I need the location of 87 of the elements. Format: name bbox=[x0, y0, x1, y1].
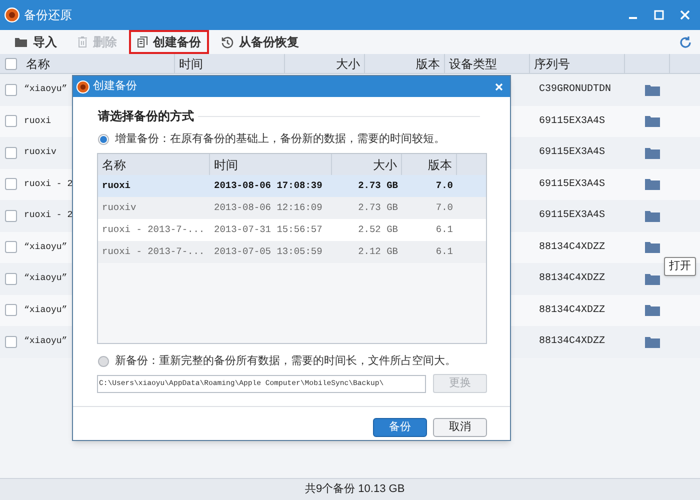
table-cell-text: ruoxi bbox=[23, 114, 52, 128]
folder-icon[interactable] bbox=[645, 115, 660, 128]
table-cell-text: 2013-07-31 15:56:57 bbox=[213, 222, 324, 237]
table-cell-text: 2.73 GB bbox=[357, 178, 399, 193]
table-cell-text: 88134C4XDZZ bbox=[538, 272, 606, 286]
app-logo-icon bbox=[76, 80, 90, 94]
checkbox[interactable] bbox=[5, 115, 17, 128]
table-cell-text: 7.0 bbox=[434, 200, 454, 215]
status-text: 共9个备份 10.13 GB bbox=[305, 482, 405, 498]
app-logo-icon bbox=[4, 7, 20, 23]
table-cell-text: “xiaoyu” bbox=[23, 240, 68, 254]
table-cell-text: 6.1 bbox=[434, 244, 454, 259]
table-cell-text: C39GRONUDTDN bbox=[538, 83, 612, 98]
table-cell-text: 7.0 bbox=[434, 178, 454, 193]
checkbox[interactable] bbox=[5, 304, 17, 316]
table-cell-text: 88134C4XDZZ bbox=[538, 304, 606, 318]
column-header[interactable]: 序列号 bbox=[530, 54, 625, 73]
backup-row[interactable]: ruoxi - 2013-7-... 2013-07-31 15:56:57 2.52 GB 6.1 bbox=[98, 219, 486, 241]
table-cell-text: 2.52 GB bbox=[357, 222, 399, 237]
table-cell-text: “xiaoyu” bbox=[23, 272, 68, 285]
trash-icon bbox=[77, 36, 88, 48]
column-header[interactable]: 名称 bbox=[22, 54, 175, 73]
backup-row[interactable]: ruoxi - 2013-7-... 2013-07-05 13:05:59 2.12 GB 6.1 bbox=[98, 241, 486, 263]
folder-icon[interactable] bbox=[645, 84, 660, 96]
folder-icon[interactable] bbox=[645, 336, 660, 348]
backup-row[interactable]: ruoxi 2013-08-06 17:08:39 2.73 GB 7.0 bbox=[98, 175, 486, 197]
checkbox[interactable] bbox=[5, 84, 17, 96]
window-title: 备份还原 bbox=[24, 7, 72, 24]
checkbox[interactable] bbox=[5, 58, 17, 70]
folder-icon[interactable] bbox=[645, 178, 660, 190]
checkbox[interactable] bbox=[5, 272, 17, 285]
backup-row[interactable]: ruoxiv 2013-08-06 12:16:09 2.73 GB 7.0 bbox=[98, 197, 486, 219]
checkbox[interactable] bbox=[5, 336, 17, 348]
table-cell-text: ruoxi bbox=[101, 178, 132, 193]
table-cell-text: 88134C4XDZZ bbox=[538, 335, 606, 350]
radio-button[interactable] bbox=[98, 356, 109, 366]
table-cell-text: 69115EX3A4S bbox=[538, 178, 606, 192]
table-cell-text: 69115EX3A4S bbox=[538, 146, 606, 160]
table-cell-text: 2.73 GB bbox=[357, 200, 399, 215]
table-cell-text: “xiaoyu” bbox=[23, 83, 68, 96]
table-cell-text: ruoxiv bbox=[101, 200, 138, 215]
table-cell-text: ruoxi - 2013-7-... bbox=[101, 244, 206, 259]
folder-icon[interactable] bbox=[645, 210, 660, 222]
folder-icon[interactable] bbox=[645, 272, 660, 285]
history-icon bbox=[221, 36, 234, 48]
folder-icon bbox=[14, 36, 28, 48]
close-icon[interactable] bbox=[680, 10, 690, 20]
refresh-icon[interactable] bbox=[679, 36, 692, 48]
toolbar-button[interactable]: 创建备份 bbox=[129, 30, 209, 54]
table-cell-text: 2013-07-05 13:05:59 bbox=[213, 244, 324, 259]
cancel-button[interactable]: 取消 bbox=[433, 418, 487, 437]
checkbox[interactable] bbox=[5, 241, 17, 254]
section-heading: 请选择备份的方式 bbox=[98, 108, 194, 125]
radio-button[interactable] bbox=[98, 134, 109, 144]
maximize-icon[interactable] bbox=[654, 10, 664, 20]
column-header[interactable]: 时间 bbox=[175, 54, 285, 73]
table-cell-text: 69115EX3A4S bbox=[538, 209, 606, 224]
dialog-title: 创建备份 bbox=[93, 79, 137, 94]
column-header[interactable]: 设备类型 bbox=[445, 54, 530, 73]
table-cell-text: 2013-08-06 12:16:09 bbox=[213, 200, 324, 215]
document-icon bbox=[137, 36, 148, 48]
option-label: 新备份：重新完整的备份所有数据，需要的时间长，文件所占空间大。 bbox=[115, 354, 456, 369]
tooltip: 打开 bbox=[664, 257, 696, 276]
table-cell-text: 88134C4XDZZ bbox=[538, 240, 606, 255]
table-cell-text: “xiaoyu” bbox=[23, 335, 68, 348]
checkbox[interactable] bbox=[5, 146, 17, 159]
table-cell-text: 2013-08-06 17:08:39 bbox=[213, 178, 324, 193]
folder-icon[interactable] bbox=[645, 241, 660, 254]
column-header[interactable]: 大小 bbox=[285, 54, 365, 73]
table-cell-text: ruoxi - 2 bbox=[23, 209, 72, 222]
folder-icon[interactable] bbox=[645, 146, 660, 159]
table-cell-text: 2.12 GB bbox=[357, 244, 399, 259]
checkbox[interactable] bbox=[5, 210, 17, 222]
column-header[interactable]: 版本 bbox=[365, 54, 445, 73]
table-cell-text: ruoxi - 2 bbox=[23, 178, 72, 190]
option-label: 增量备份：在原有备份的基础上，备份新的数据，需要的时间较短。 bbox=[115, 132, 445, 147]
table-cell-text: 69115EX3A4S bbox=[538, 114, 606, 129]
table-cell-text: “xiaoyu” bbox=[23, 304, 68, 316]
toolbar-button[interactable]: 从备份恢复 bbox=[213, 30, 307, 54]
table-cell-text: ruoxi - 2013-7-... bbox=[101, 222, 206, 237]
table-cell-text: ruoxiv bbox=[23, 146, 58, 159]
table-cell-text: 6.1 bbox=[434, 222, 454, 237]
toolbar-button[interactable]: 导入 bbox=[6, 30, 65, 54]
close-icon[interactable] bbox=[495, 82, 503, 90]
backup-button[interactable]: 备份 bbox=[373, 418, 427, 437]
folder-icon[interactable] bbox=[645, 304, 660, 316]
checkbox[interactable] bbox=[5, 178, 17, 190]
